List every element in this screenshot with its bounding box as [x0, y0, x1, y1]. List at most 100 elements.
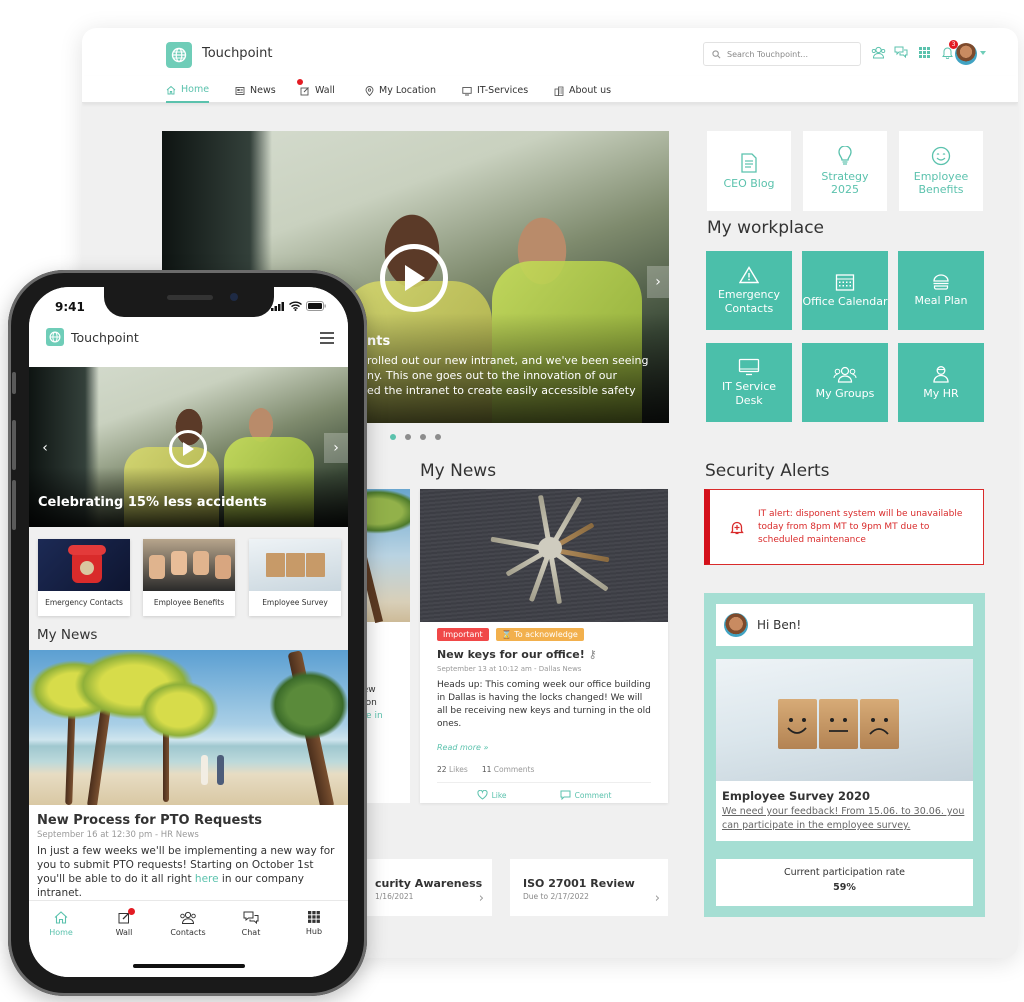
- task-title: curity Awareness: [375, 877, 483, 890]
- carousel-prev-button[interactable]: ‹: [33, 433, 57, 463]
- nav-label: Wall: [315, 85, 335, 96]
- welcome-widget: Hi Ben! Employee Survey 2020 We need you…: [704, 593, 985, 917]
- my-news-heading: My News: [420, 461, 497, 481]
- tag-label: To acknowledge: [514, 630, 578, 639]
- tab-wall[interactable]: Wall: [99, 908, 149, 937]
- tab-label: Home: [49, 928, 73, 937]
- nav-news[interactable]: News: [235, 82, 276, 103]
- like-button[interactable]: Like: [477, 790, 507, 800]
- quick-link-strategy-2025[interactable]: Strategy 2025: [803, 131, 887, 211]
- security-alert[interactable]: IT alert: disponent system will be unava…: [704, 489, 984, 565]
- likes-count[interactable]: 22 Likes: [437, 765, 468, 774]
- tile-it-service-desk[interactable]: IT Service Desk: [706, 343, 792, 422]
- nav-about-us[interactable]: About us: [554, 82, 611, 103]
- chat-icon[interactable]: [893, 44, 909, 60]
- tab-chat[interactable]: Chat: [226, 911, 276, 937]
- carousel-next-button[interactable]: ›: [647, 266, 669, 298]
- edit-icon: [300, 86, 309, 95]
- carousel-dot[interactable]: [435, 434, 441, 440]
- tab-label: Contacts: [170, 928, 206, 937]
- count: 22: [437, 765, 447, 774]
- notifications-button[interactable]: 3: [939, 40, 958, 60]
- task-card-iso-review[interactable]: ISO 27001 Review Due to 2/17/2022 ›: [510, 859, 668, 916]
- tab-label: Chat: [241, 928, 261, 937]
- chevron-right-icon: ›: [654, 891, 660, 906]
- nav-label: News: [250, 85, 276, 96]
- tile-label: My Groups: [815, 386, 875, 400]
- home-indicator[interactable]: [133, 964, 245, 968]
- logo[interactable]: [46, 328, 64, 346]
- tag-to-acknowledge[interactable]: ⌛ To acknowledge: [495, 628, 584, 641]
- quick-link-label: Employee Benefits: [153, 598, 225, 607]
- mobile-hero-carousel[interactable]: ‹ › Celebrating 15% less accidents: [29, 367, 348, 527]
- nav-wall[interactable]: Wall: [297, 79, 335, 103]
- read-more-link[interactable]: Read more »: [420, 731, 668, 752]
- comment-icon: [560, 790, 571, 800]
- tile-office-calendar[interactable]: Office Calendar: [802, 251, 888, 330]
- tile-my-groups[interactable]: My Groups: [802, 343, 888, 422]
- news-meta: September 13 at 10:12 am - Dallas News: [437, 665, 582, 673]
- comment-button[interactable]: Comment: [560, 790, 611, 800]
- lightbulb-icon: [838, 146, 852, 165]
- news-title[interactable]: New Process for PTO Requests: [29, 805, 348, 828]
- carousel-dot[interactable]: [420, 434, 426, 440]
- carousel-dot[interactable]: [405, 434, 411, 440]
- tab-contacts[interactable]: Contacts: [163, 911, 213, 937]
- greeting-text: Hi Ben!: [757, 618, 802, 632]
- quick-link-employee-benefits[interactable]: Employee Benefits: [143, 539, 235, 616]
- tag-list: Important ⌛ To acknowledge: [420, 622, 668, 641]
- carousel-next-button[interactable]: ›: [324, 433, 348, 463]
- tab-home[interactable]: Home: [36, 911, 86, 937]
- quick-link-image-survey: [249, 539, 341, 591]
- nav-label: IT-Services: [477, 85, 529, 96]
- grid-icon: [308, 911, 320, 923]
- tile-emergency-contacts[interactable]: Emergency Contacts: [706, 251, 792, 330]
- news-image-beach: [29, 650, 348, 805]
- nav-my-location[interactable]: My Location: [365, 82, 436, 103]
- mobile-news-card[interactable]: New Process for PTO Requests September 1…: [29, 650, 348, 900]
- tab-hub[interactable]: Hub: [289, 911, 339, 936]
- chat-icon: [243, 911, 259, 924]
- participation-rate-card: Current participation rate 59%: [716, 859, 973, 906]
- clock: 9:41: [55, 300, 85, 314]
- comments-count[interactable]: 11 Comments: [482, 765, 535, 774]
- chevron-down-icon[interactable]: [980, 51, 986, 55]
- tag-important[interactable]: Important: [437, 628, 489, 641]
- document-icon: [741, 152, 757, 173]
- quick-link-ceo-blog[interactable]: CEO Blog: [707, 131, 791, 211]
- search-input[interactable]: Search Touchpoint...: [703, 42, 861, 66]
- carousel-dot-active[interactable]: [390, 434, 396, 440]
- user-avatar[interactable]: [955, 43, 977, 65]
- play-button[interactable]: [169, 430, 207, 468]
- logo[interactable]: [166, 42, 192, 68]
- hero-text: rolled out our new intranet, and we've b…: [367, 353, 667, 398]
- search-placeholder: Search Touchpoint...: [727, 49, 809, 59]
- survey-link[interactable]: We need your feedback! From 15.06. to 30…: [716, 805, 973, 833]
- hero-title: nts: [367, 334, 391, 349]
- tile-meal-plan[interactable]: Meal Plan: [898, 251, 984, 330]
- quick-link-image-thumbs: [143, 539, 235, 591]
- nav-it-services[interactable]: IT-Services: [462, 82, 528, 103]
- quick-link-employee-survey[interactable]: Employee Survey: [249, 539, 341, 616]
- news-body: In just a few weeks we'll be implementin…: [29, 840, 348, 900]
- tile-my-hr[interactable]: My HR: [898, 343, 984, 422]
- key-icon: ⚷: [588, 648, 597, 661]
- contacts-icon[interactable]: [870, 44, 886, 60]
- avatar[interactable]: [724, 613, 748, 637]
- news-title[interactable]: New keys for our office! ⚷: [420, 641, 668, 661]
- battery-icon: [306, 301, 326, 311]
- news-card[interactable]: Important ⌛ To acknowledge New keys for …: [420, 489, 668, 803]
- volume-down-button: [12, 480, 16, 530]
- quick-link-employee-benefits[interactable]: Employee Benefits: [899, 131, 983, 211]
- here-link[interactable]: here: [195, 873, 219, 885]
- tile-label: Emergency Contacts: [717, 287, 781, 315]
- quick-link-emergency-contacts[interactable]: Emergency Contacts: [38, 539, 130, 616]
- mobile-phone-frame: 9:41 Touchpoint ‹ › Celebrating 15% less…: [8, 270, 367, 996]
- survey-card[interactable]: Employee Survey 2020 We need your feedba…: [716, 659, 973, 841]
- task-card-security-awareness[interactable]: curity Awareness 1/16/2021 ›: [362, 859, 492, 916]
- hamburger-menu-icon[interactable]: [320, 332, 334, 347]
- play-button[interactable]: [380, 244, 448, 312]
- nav-home[interactable]: Home: [166, 82, 210, 103]
- greeting-card: Hi Ben!: [716, 604, 973, 646]
- apps-grid-icon[interactable]: [916, 44, 932, 60]
